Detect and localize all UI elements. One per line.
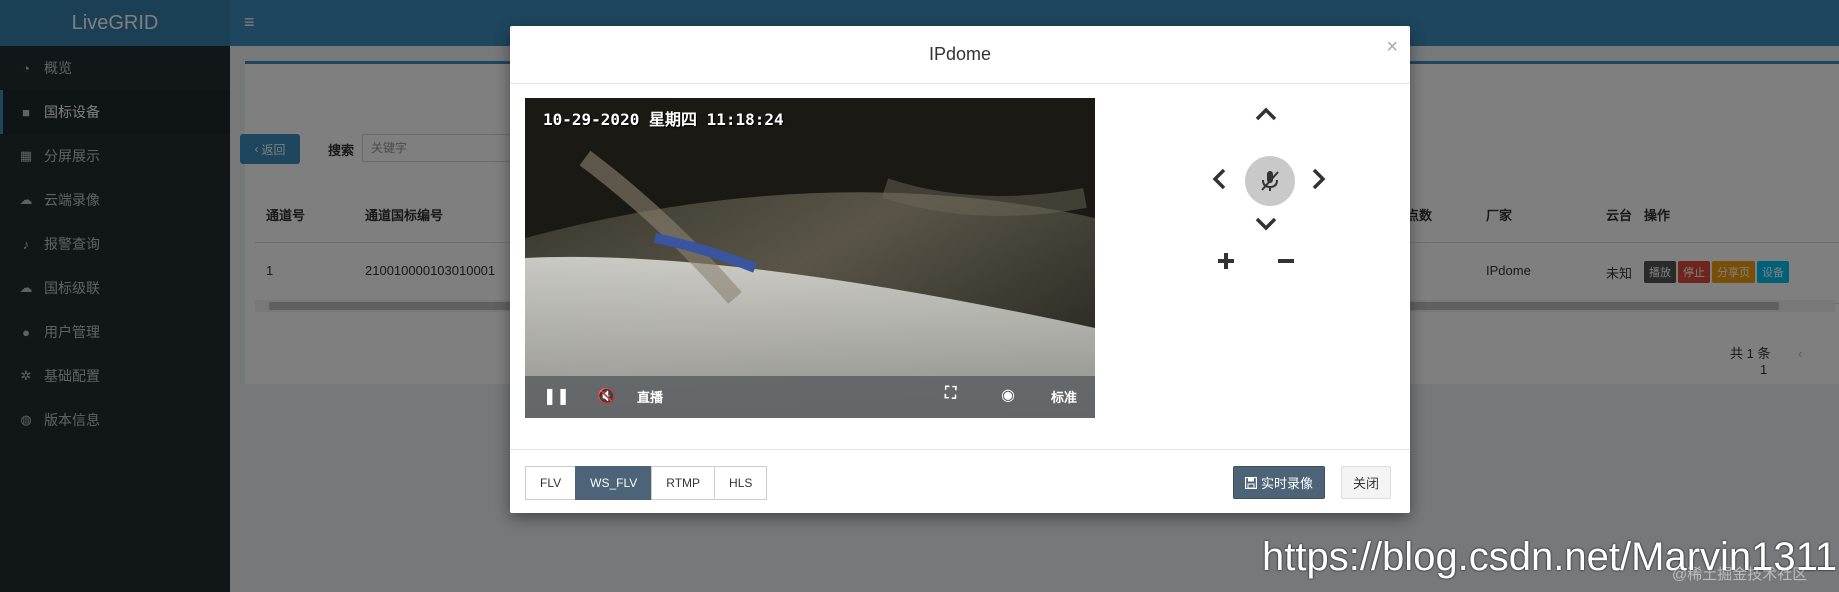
pause-icon[interactable]: ❚❚ (543, 386, 570, 406)
chevron-right-icon (1312, 168, 1326, 190)
protocol-hls-button[interactable]: HLS (714, 466, 768, 500)
ptz-controls (1160, 106, 1360, 306)
zoom-out-button[interactable] (1275, 250, 1297, 275)
watermark-site: @稀土掘金技术社区 (1672, 566, 1808, 583)
modal-title: IPdome (928, 44, 992, 64)
fullscreen-icon[interactable]: ⛶ (945, 385, 956, 403)
protocol-switcher: FLV WS_FLV RTMP HLS (525, 466, 768, 500)
live-label: 直播 (637, 390, 664, 405)
chevron-down-icon (1255, 217, 1277, 231)
ptz-left-button[interactable] (1211, 167, 1227, 194)
save-icon (1245, 476, 1257, 489)
chevron-left-icon (1212, 168, 1226, 190)
modal-footer: FLV WS_FLV RTMP HLS 实时录像 关闭 (510, 449, 1410, 514)
ptz-center-button[interactable] (1245, 156, 1295, 206)
live-record-button[interactable]: 实时录像 (1233, 466, 1326, 499)
zoom-in-button[interactable] (1215, 250, 1237, 275)
ptz-up-button[interactable] (1254, 106, 1278, 125)
video-controls: ❚❚ 🔇 直播 ⛶ ◉ 标准 (525, 376, 1095, 418)
ptz-down-button[interactable] (1254, 216, 1278, 235)
protocol-ws-flv-button[interactable]: WS_FLV (575, 466, 653, 500)
mute-icon[interactable]: 🔇 (597, 387, 616, 405)
close-button[interactable]: 关闭 (1341, 466, 1392, 499)
protocol-flv-button[interactable]: FLV (525, 466, 577, 500)
ptz-right-button[interactable] (1311, 167, 1327, 194)
microphone-muted-icon (1261, 171, 1279, 191)
video-timestamp: 10-29-2020 星期四 11:18:24 (543, 110, 784, 129)
chevron-up-icon (1255, 107, 1277, 121)
video-player[interactable]: 10-29-2020 星期四 11:18:24 ❚❚ 🔇 直播 ⛶ ◉ 标准 (525, 98, 1095, 418)
player-modal: IPdome × 10-29-2020 星期四 11:18:24 ❚❚ 🔇 直播… (510, 26, 1410, 513)
close-icon[interactable]: × (1386, 36, 1398, 59)
quality-selector[interactable]: 标准 (1051, 387, 1077, 406)
plus-icon (1218, 253, 1234, 269)
minus-icon (1278, 259, 1294, 263)
modal-header: IPdome × (510, 26, 1410, 84)
screenshot-icon[interactable]: ◉ (1001, 385, 1015, 405)
video-frame (525, 98, 1095, 418)
protocol-rtmp-button[interactable]: RTMP (651, 466, 716, 500)
